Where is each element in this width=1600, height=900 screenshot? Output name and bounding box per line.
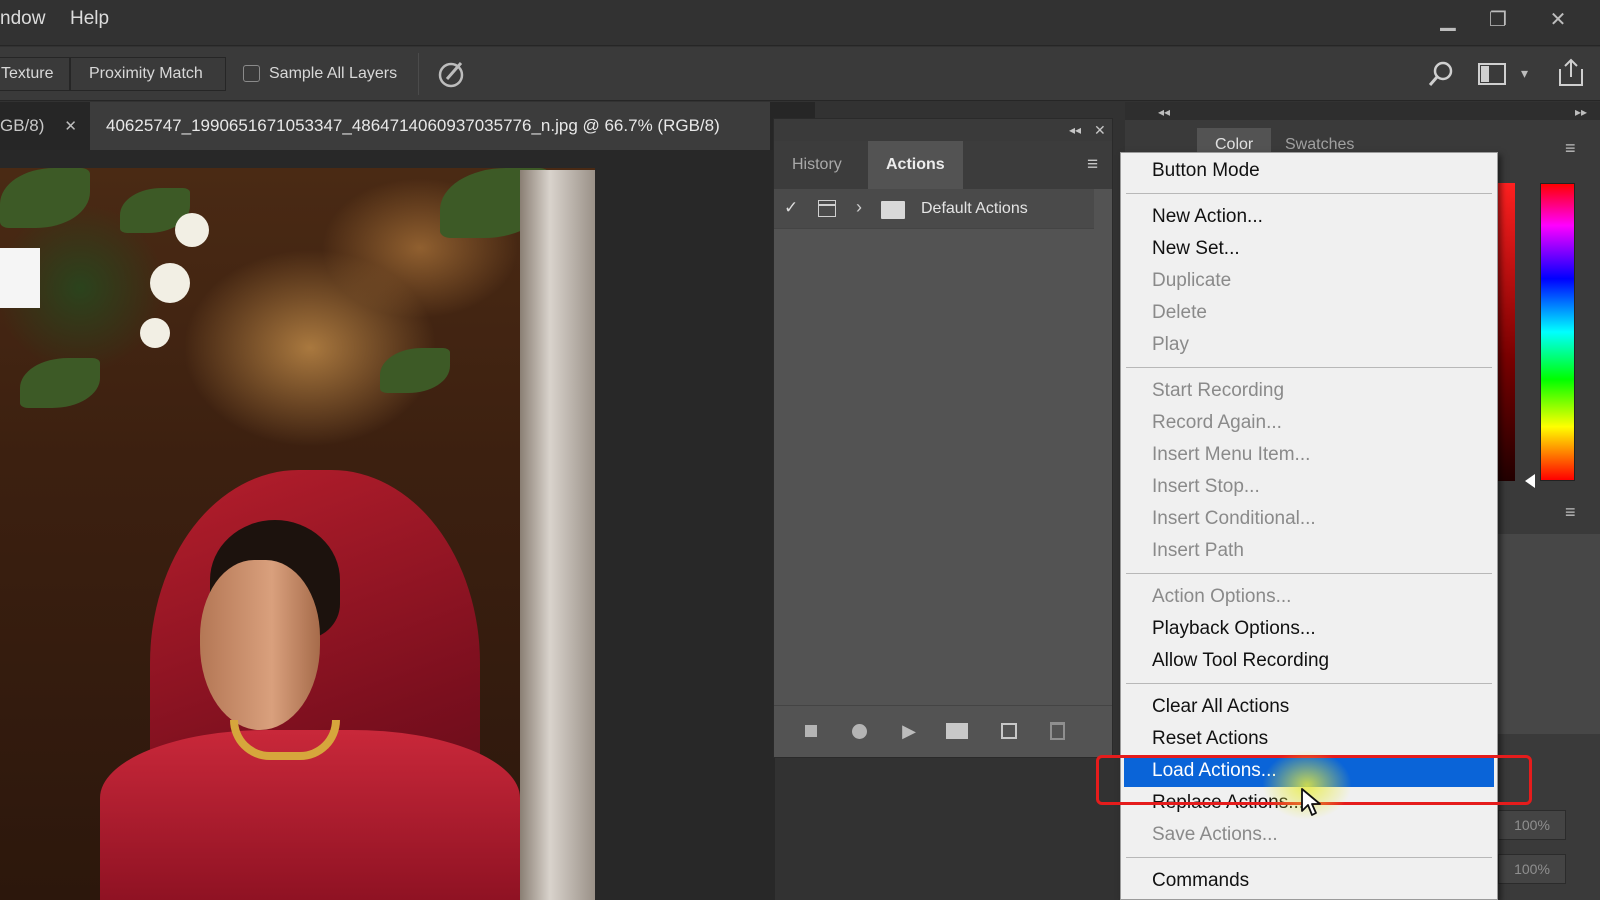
menu-separator (1126, 367, 1492, 368)
close-tab-icon[interactable]: ✕ (64, 117, 77, 135)
face (200, 560, 320, 730)
menu-item-delete[interactable]: Delete (1121, 297, 1497, 329)
tab-history[interactable]: History (774, 141, 860, 189)
menu-item-allow-tool-recording[interactable]: Allow Tool Recording (1121, 645, 1497, 677)
document-tab-label: GB/8) (0, 116, 45, 135)
expand-icon[interactable]: ▸▸ (1575, 105, 1587, 119)
menu-item-button-mode[interactable]: Button Mode (1121, 155, 1497, 187)
dock-header (1125, 102, 1600, 120)
menu-item-duplicate[interactable]: Duplicate (1121, 265, 1497, 297)
foliage (20, 358, 100, 408)
color-field[interactable] (1497, 183, 1515, 481)
folder-icon (881, 201, 905, 219)
trash-icon[interactable] (1044, 718, 1070, 744)
flower (175, 213, 209, 247)
menu-item-new-action[interactable]: New Action... (1121, 201, 1497, 233)
frame-pillar (520, 170, 595, 900)
new-set-folder-icon[interactable] (944, 718, 970, 744)
panel-menu-icon[interactable]: ≡ (1565, 502, 1576, 523)
record-icon[interactable] (846, 718, 872, 744)
restore-icon[interactable]: ❐ (1478, 4, 1518, 34)
menu-item-insert-path[interactable]: Insert Path (1121, 535, 1497, 567)
menu-item-start-recording[interactable]: Start Recording (1121, 375, 1497, 407)
actions-panel: ◂◂ ✕ History Actions ≡ ✓ › Default Actio… (773, 118, 1113, 758)
brush-pressure-icon[interactable] (435, 57, 469, 91)
search-icon[interactable] (1427, 59, 1457, 89)
actions-toolbar: ▶ (774, 705, 1112, 755)
panel-menu-icon[interactable]: ≡ (1087, 154, 1098, 176)
menu-item-play[interactable]: Play (1121, 329, 1497, 361)
menu-bar: ndow Help ▁ ❐ ✕ (0, 0, 1600, 46)
panel-tabs: History Actions ≡ (774, 141, 1112, 189)
foliage (0, 168, 90, 228)
new-action-icon[interactable] (996, 718, 1022, 744)
document-tab-previous[interactable]: GB/8) ✕ (0, 102, 88, 150)
menu-item-playback-options[interactable]: Playback Options... (1121, 613, 1497, 645)
close-icon[interactable]: ✕ (1094, 122, 1106, 139)
tab-actions[interactable]: Actions (868, 141, 963, 189)
action-set-name: Default Actions (921, 200, 1028, 217)
panel-menu-icon[interactable]: ≡ (1565, 138, 1576, 159)
sample-all-layers-label: Sample All Layers (269, 65, 398, 82)
zoom-field[interactable]: 100% (1498, 810, 1566, 840)
divider (418, 53, 419, 95)
menu-item-clear-all-actions[interactable]: Clear All Actions (1121, 691, 1497, 723)
foliage (380, 348, 450, 393)
menu-item-new-set[interactable]: New Set... (1121, 233, 1497, 265)
flower (140, 318, 170, 348)
close-window-icon[interactable]: ✕ (1538, 4, 1578, 34)
chevron-right-icon[interactable]: › (856, 197, 862, 218)
dialog-toggle-icon[interactable] (818, 200, 836, 217)
menu-item-insert-menu-item[interactable]: Insert Menu Item... (1121, 439, 1497, 471)
menu-item-commands[interactable]: Commands (1121, 865, 1497, 897)
menu-item-insert-stop[interactable]: Insert Stop... (1121, 471, 1497, 503)
sample-all-layers-checkbox[interactable] (243, 65, 260, 82)
menu-help[interactable]: Help (70, 8, 109, 30)
menu-separator (1126, 573, 1492, 574)
document-tab-active[interactable]: 40625747_1990651671053347_48647140609370… (90, 102, 770, 150)
play-icon[interactable]: ▶ (896, 718, 922, 744)
collapse-icon[interactable]: ◂◂ (1069, 123, 1081, 137)
menu-item-record-again[interactable]: Record Again... (1121, 407, 1497, 439)
hue-slider[interactable] (1540, 183, 1575, 481)
texture-button[interactable]: Texture (0, 57, 70, 91)
proximity-match-button[interactable]: Proximity Match (70, 57, 226, 91)
menu-item-action-options[interactable]: Action Options... (1121, 581, 1497, 613)
document-tab-label: 40625747_1990651671053347_48647140609370… (106, 116, 720, 135)
share-icon[interactable] (1556, 57, 1586, 89)
menu-item-insert-conditional[interactable]: Insert Conditional... (1121, 503, 1497, 535)
menu-item-save-actions[interactable]: Save Actions... (1121, 819, 1497, 851)
chevron-down-icon[interactable]: ▾ (1521, 65, 1528, 82)
collapse-icon[interactable]: ◂◂ (1158, 105, 1170, 119)
menu-separator (1126, 683, 1492, 684)
panel-body (1497, 534, 1600, 734)
zoom-field[interactable]: 100% (1498, 854, 1566, 884)
action-set-row[interactable]: ✓ › Default Actions (774, 189, 1094, 229)
menu-separator (1126, 193, 1492, 194)
menu-separator (1126, 857, 1492, 858)
checkmark-icon[interactable]: ✓ (784, 198, 798, 218)
mouse-pointer-icon (1300, 787, 1324, 819)
minimize-icon[interactable]: ▁ (1428, 4, 1468, 34)
options-bar: Texture Proximity Match Sample All Layer… (0, 47, 1600, 101)
stop-icon[interactable] (798, 718, 824, 744)
menu-window[interactable]: ndow (0, 8, 45, 30)
document-tab-bar: GB/8) ✕ 40625747_1990651671053347_486471… (0, 102, 815, 150)
light-window (0, 248, 40, 308)
flower (150, 263, 190, 303)
workspace-icon[interactable] (1477, 61, 1507, 87)
